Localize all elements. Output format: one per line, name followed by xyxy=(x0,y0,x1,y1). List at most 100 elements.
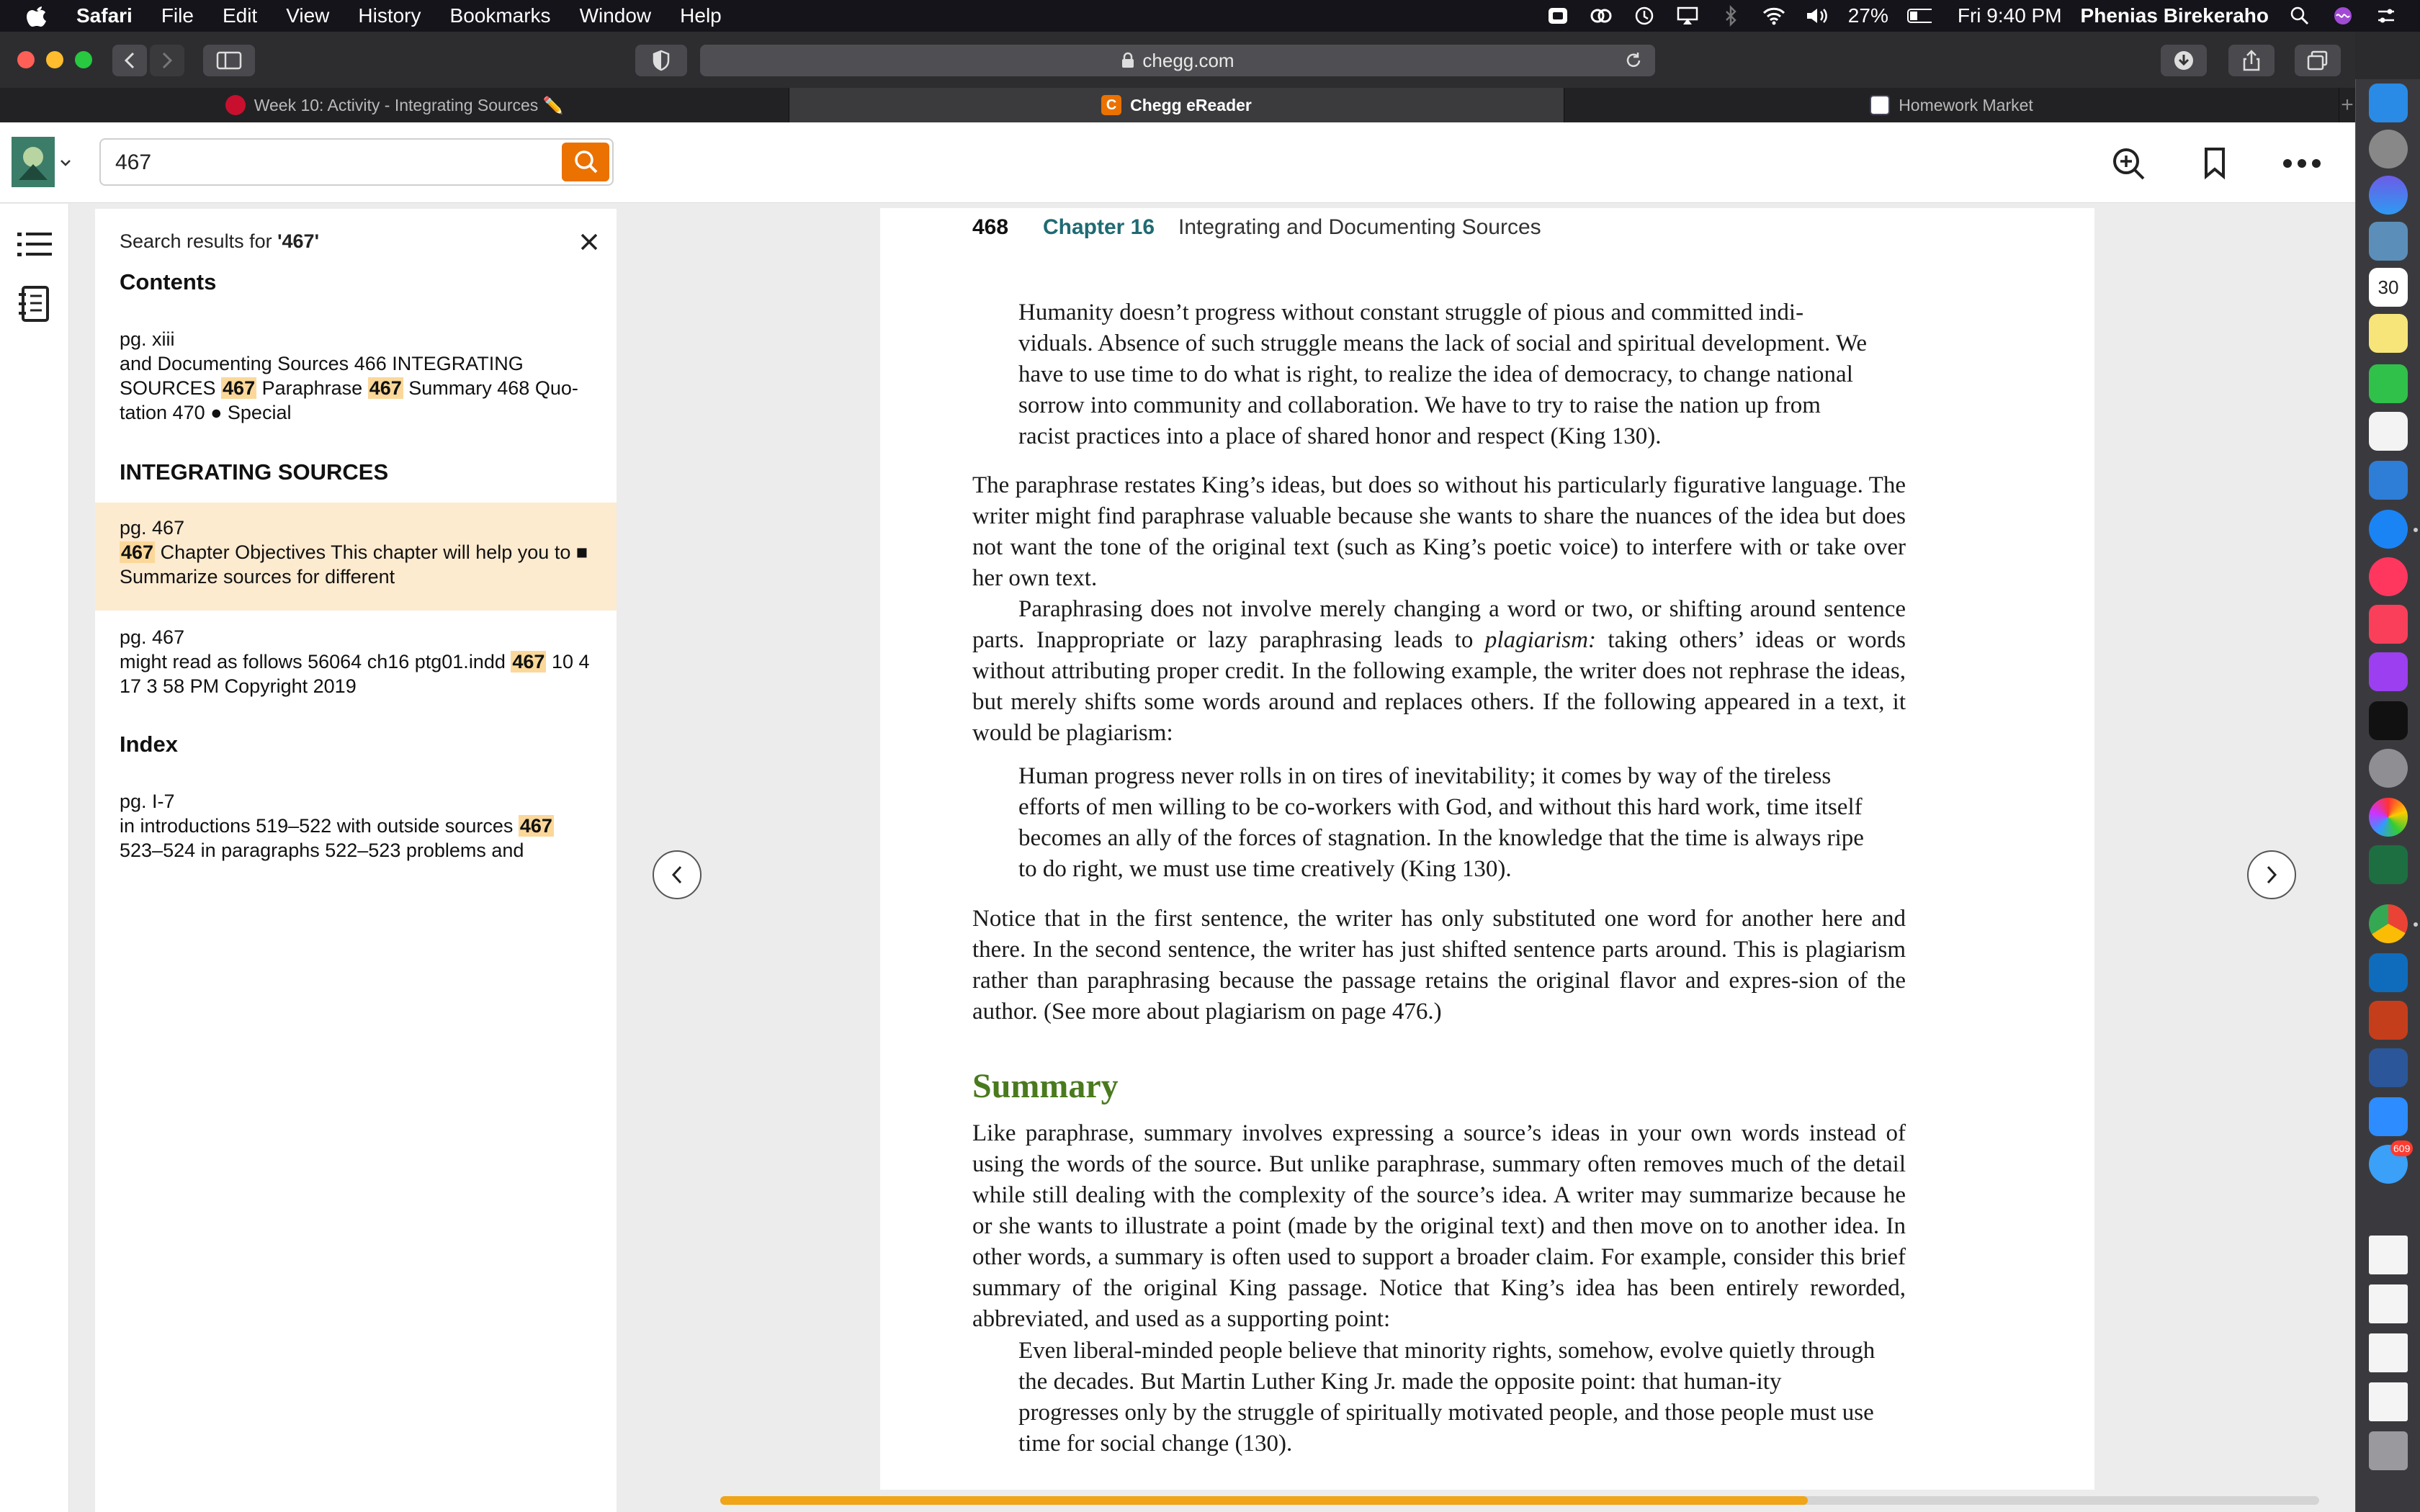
lock-icon xyxy=(1122,52,1134,68)
keynote-icon[interactable] xyxy=(2369,461,2408,500)
wifi-icon[interactable] xyxy=(1762,5,1786,27)
search-button[interactable] xyxy=(562,143,609,181)
book-cover-thumbnail[interactable] xyxy=(12,137,55,187)
reader-viewport: 468 Chapter 16 Integrating and Documenti… xyxy=(618,204,2355,1512)
photos-icon[interactable] xyxy=(2369,798,2408,837)
document-icon[interactable] xyxy=(2369,1236,2408,1274)
document-icon[interactable] xyxy=(2369,1333,2408,1372)
volume-icon[interactable] xyxy=(1805,5,1829,27)
menu-history[interactable]: History xyxy=(358,4,421,27)
book-page: 468 Chapter 16 Integrating and Documenti… xyxy=(880,208,2094,1490)
new-tab-button[interactable]: + xyxy=(2339,88,2355,122)
more-options-button[interactable] xyxy=(2280,145,2323,181)
address-bar[interactable]: chegg.com xyxy=(700,45,1655,76)
numbers-icon[interactable] xyxy=(2369,412,2408,451)
close-icon[interactable] xyxy=(576,229,602,255)
privacy-report-button[interactable] xyxy=(635,45,687,76)
airplay-icon[interactable] xyxy=(1675,5,1700,27)
launchpad-icon[interactable] xyxy=(2369,130,2408,168)
battery-icon[interactable] xyxy=(1906,5,1932,27)
search-input[interactable] xyxy=(115,147,547,179)
finder-icon[interactable] xyxy=(2369,84,2408,122)
left-tool-rail xyxy=(0,204,69,1512)
menu-bar: Safari File Edit View History Bookmarks … xyxy=(0,0,2420,32)
creative-cloud-icon[interactable] xyxy=(1589,5,1613,27)
spotlight-search-icon[interactable] xyxy=(2287,5,2312,27)
word-icon[interactable] xyxy=(2369,1048,2408,1087)
zoom-in-button[interactable] xyxy=(2110,145,2146,181)
siri-app-icon[interactable] xyxy=(2369,176,2408,215)
running-indicator xyxy=(2414,922,2418,927)
safari-icon[interactable] xyxy=(2369,510,2408,549)
paragraph: Like paraphrase, summary involves expres… xyxy=(972,1120,1906,1332)
menu-help[interactable]: Help xyxy=(680,4,722,27)
excel-icon[interactable] xyxy=(2369,845,2408,884)
tab-label: Homework Market xyxy=(1899,95,2033,114)
search-result-item[interactable]: pg. 467 might read as follows 56064 ch16 … xyxy=(95,625,617,698)
preview-icon[interactable] xyxy=(2369,222,2408,261)
reload-icon[interactable] xyxy=(1623,50,1644,71)
menu-app-name[interactable]: Safari xyxy=(76,4,133,27)
system-preferences-icon[interactable] xyxy=(2369,749,2408,788)
menu-user[interactable]: Phenias Birekeraho xyxy=(2081,4,2269,27)
status-app-icon[interactable] xyxy=(1546,5,1570,27)
sidebar-toggle-button[interactable] xyxy=(203,45,255,76)
calendar-day: 30 xyxy=(2378,276,2399,298)
search-results-panel: Search results for '467' Contents pg. xi… xyxy=(95,209,617,1512)
bluetooth-icon[interactable] xyxy=(1718,5,1743,27)
next-page-button[interactable] xyxy=(2247,850,2296,899)
siri-icon[interactable] xyxy=(2331,5,2355,27)
powerpoint-icon[interactable] xyxy=(2369,1001,2408,1040)
zoom-window-button[interactable] xyxy=(75,51,92,68)
menu-edit[interactable]: Edit xyxy=(223,4,257,27)
tab-week10-activity[interactable]: Week 10: Activity - Integrating Sources … xyxy=(0,88,789,122)
search-result-item[interactable]: pg. I-7 in introductions 519–522 with out… xyxy=(95,789,617,863)
page-number: 468 xyxy=(972,215,1009,239)
list-icon xyxy=(17,233,52,256)
zoom-app-icon[interactable] xyxy=(2369,1097,2408,1136)
chrome-icon[interactable] xyxy=(2369,904,2408,943)
reading-progress-fill xyxy=(720,1496,1808,1505)
share-button[interactable] xyxy=(2228,45,2275,76)
outlook-icon[interactable] xyxy=(2369,953,2408,992)
url-text: chegg.com xyxy=(1142,49,1234,71)
menu-window[interactable]: Window xyxy=(580,4,652,27)
calendar-icon[interactable]: 30 xyxy=(2369,268,2408,307)
table-of-contents-button[interactable] xyxy=(16,225,53,263)
apple-icon[interactable] xyxy=(26,4,55,28)
notebook-icon xyxy=(19,286,49,322)
reading-progress-bar[interactable] xyxy=(720,1496,2319,1505)
music-icon[interactable] xyxy=(2369,605,2408,644)
search-result-item[interactable]: pg. xiii and Documenting Sources 466 INTE… xyxy=(95,327,617,425)
paragraph: The paraphrase restates King’s ideas, bu… xyxy=(972,472,1906,591)
tab-overview-button[interactable] xyxy=(2295,45,2341,76)
previous-page-button[interactable] xyxy=(653,850,702,899)
chevron-down-icon[interactable] xyxy=(59,158,72,168)
trash-icon[interactable] xyxy=(2369,1431,2408,1470)
search-result-item-selected[interactable]: pg. 467 467 Chapter Objectives This chapt… xyxy=(95,503,617,611)
menu-clock[interactable]: Fri 9:40 PM xyxy=(1958,4,2062,27)
tab-chegg-ereader[interactable]: C Chegg eReader xyxy=(789,88,1564,122)
document-icon[interactable] xyxy=(2369,1382,2408,1421)
back-button[interactable] xyxy=(112,45,147,76)
notebook-button[interactable] xyxy=(17,284,52,325)
close-window-button[interactable] xyxy=(17,51,35,68)
time-machine-icon[interactable] xyxy=(1632,5,1657,27)
podcasts-icon[interactable] xyxy=(2369,652,2408,691)
downloads-button[interactable] xyxy=(2161,45,2207,76)
forward-button[interactable] xyxy=(150,45,184,76)
zoom-in-icon xyxy=(2113,148,2145,180)
menu-view[interactable]: View xyxy=(286,4,329,27)
facetime-icon[interactable] xyxy=(2369,364,2408,403)
apple-tv-icon[interactable] xyxy=(2369,701,2408,740)
news-icon[interactable] xyxy=(2369,557,2408,596)
notes-icon[interactable] xyxy=(2369,314,2408,353)
minimize-window-button[interactable] xyxy=(46,51,63,68)
menu-file[interactable]: File xyxy=(161,4,194,27)
control-center-icon[interactable] xyxy=(2374,5,2398,27)
document-icon[interactable] xyxy=(2369,1284,2408,1323)
menu-bookmarks[interactable]: Bookmarks xyxy=(450,4,551,27)
tab-homework-market[interactable]: Homework Market xyxy=(1564,88,2339,122)
bookmark-button[interactable] xyxy=(2197,145,2233,181)
plus-icon: + xyxy=(2341,93,2354,117)
